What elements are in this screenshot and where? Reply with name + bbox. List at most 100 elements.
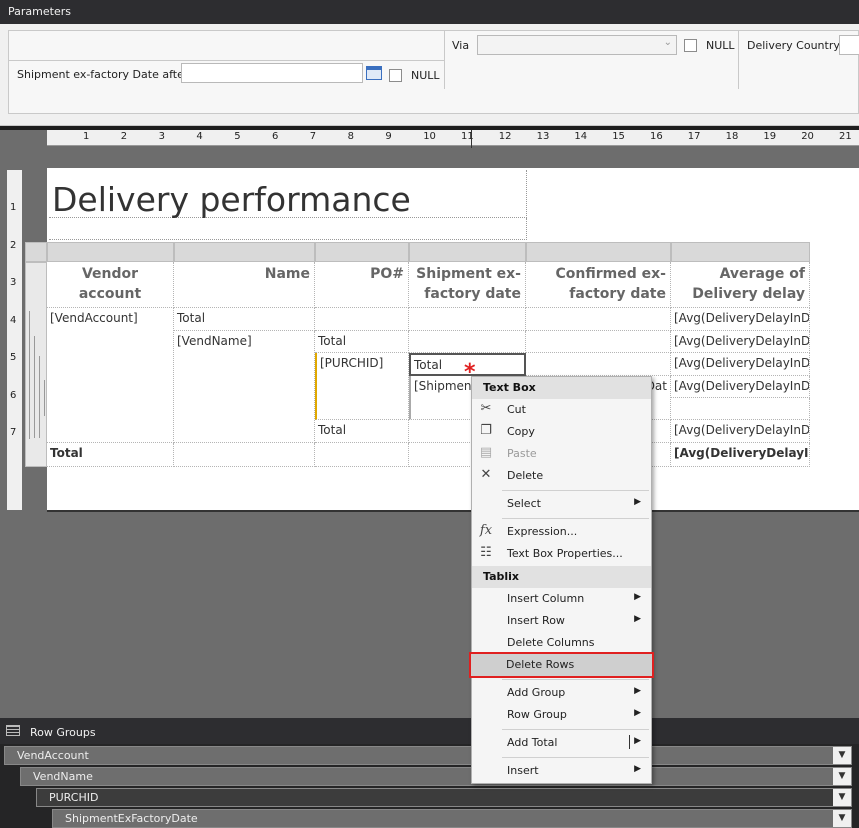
cell-empty[interactable] [409, 308, 526, 331]
dropdown-arrow-icon[interactable]: ▼ [833, 747, 851, 764]
via-dropdown[interactable]: ⌄ [477, 35, 677, 55]
param-separator [444, 31, 445, 89]
menu-cut[interactable]: ✂ Cut [472, 399, 651, 421]
menu-delete[interactable]: ✕ Delete [472, 465, 651, 487]
column-handle[interactable] [315, 242, 409, 262]
cell-purchid[interactable]: [PURCHID] [315, 353, 409, 420]
cell-total[interactable]: Total [315, 420, 409, 443]
function-fx-icon: fx [479, 523, 493, 538]
properties-icon: ☷ [480, 545, 492, 560]
delivery-country-input[interactable] [839, 35, 859, 55]
context-menu[interactable]: Text Box ✂ Cut ❐ Copy ▤ Paste ✕ Delete Selec… [471, 376, 652, 784]
menu-copy[interactable]: ❐ Copy [472, 421, 651, 443]
cell-vend-account[interactable]: [VendAccount] [47, 308, 174, 443]
column-handle[interactable] [671, 242, 810, 262]
dropdown-arrow-icon[interactable]: ▼ [833, 789, 851, 806]
group-bracket [39, 356, 40, 438]
report-subtitle-box[interactable] [49, 218, 527, 240]
row-group-item[interactable]: VendAccount ▼ [4, 746, 852, 765]
menu-insert-column[interactable]: Insert Column ▶ [472, 588, 651, 610]
shipment-date-label: Shipment ex-factory Date after [17, 68, 189, 81]
menu-textbox-properties[interactable]: ☷ Text Box Properties... [472, 543, 651, 565]
cell-total[interactable]: Total [315, 331, 409, 353]
cell-vend-name[interactable]: [VendName] [174, 331, 315, 443]
shipment-null-label: NULL [411, 69, 440, 82]
header-vendor-account[interactable]: Vendor account [47, 262, 174, 308]
menu-add-group[interactable]: Add Group ▶ [472, 682, 651, 704]
shipment-null-checkbox[interactable] [389, 69, 402, 82]
ruler-tick-label: 7 [309, 131, 317, 142]
ruler-tick-label: 16 [650, 131, 663, 142]
delete-x-icon: ✕ [480, 467, 492, 482]
column-handle[interactable] [47, 242, 174, 262]
cell-empty[interactable] [526, 331, 671, 353]
column-handle[interactable] [526, 242, 671, 262]
calendar-icon[interactable] [366, 66, 382, 80]
menu-insert[interactable]: Insert ▶ [472, 760, 651, 782]
ruler-tick-label: 2 [120, 131, 128, 142]
ruler-tick-label: 9 [385, 131, 392, 142]
tablix[interactable]: Vendor account Name PO# Shipment ex-fact… [25, 242, 810, 467]
ruler-tick-label: 6 [272, 131, 279, 142]
menu-separator [502, 757, 649, 758]
submenu-arrow-icon: ▶ [634, 708, 641, 718]
ruler-tick-label: 4 [10, 314, 17, 326]
paste-icon: ▤ [479, 445, 493, 460]
cell-empty[interactable] [174, 443, 315, 467]
cell-empty[interactable] [671, 398, 810, 420]
cell-grand-total[interactable]: Total [47, 443, 174, 467]
menu-paste[interactable]: ▤ Paste [472, 443, 651, 465]
cell-empty[interactable] [315, 443, 409, 467]
cell-avg-delay[interactable]: [Avg(DeliveryDelayInDa [671, 353, 810, 376]
ruler-tick-label: 17 [687, 131, 701, 142]
column-handle[interactable] [409, 242, 526, 262]
ruler-tick-label: 5 [234, 131, 241, 142]
header-shipment-date[interactable]: Shipment ex-factory date [409, 262, 526, 308]
column-handle[interactable] [174, 242, 315, 262]
menu-expression[interactable]: fx Expression... [472, 521, 651, 543]
cell-empty[interactable] [409, 331, 526, 353]
header-avg-delay[interactable]: Average of Delivery delay (-) [671, 262, 810, 308]
submenu-arrow-icon: ▶ [634, 592, 641, 602]
header-confirmed-date[interactable]: Confirmed ex-factory date [526, 262, 671, 308]
menu-delete-rows[interactable]: Delete Rows [471, 654, 652, 676]
header-po[interactable]: PO# [315, 262, 409, 308]
via-null-checkbox[interactable] [684, 39, 697, 52]
header-name[interactable]: Name [174, 262, 315, 308]
cell-avg-delay-total[interactable]: [Avg(DeliveryDelayIn [671, 443, 810, 467]
ruler-tick-label: 1 [10, 202, 17, 213]
menu-header-textbox: Text Box [472, 377, 651, 399]
dropdown-arrow-icon[interactable]: ▼ [833, 768, 851, 785]
ruler-tick-label: 3 [158, 131, 165, 142]
delivery-country-label: Delivery Country [747, 39, 840, 52]
tablix-corner-handle[interactable] [25, 242, 47, 262]
menu-header-tablix: Tablix [472, 566, 651, 588]
menu-insert-row[interactable]: Insert Row ▶ [472, 610, 651, 632]
menu-separator [502, 679, 649, 680]
menu-select[interactable]: Select ▶ [472, 493, 651, 515]
menu-add-total[interactable]: Add Total ▶ [472, 732, 651, 754]
menu-row-group[interactable]: Row Group ▶ [472, 704, 651, 726]
cell-empty[interactable] [526, 308, 671, 331]
cell-avg-delay[interactable]: [Avg(DeliveryDelayInDa [671, 420, 810, 443]
ruler-tick-label: 3 [10, 277, 17, 288]
row-group-item[interactable]: VendName ▼ [20, 767, 852, 786]
dropdown-arrow-icon[interactable]: ▼ [833, 810, 851, 827]
menu-delete-columns[interactable]: Delete Columns [472, 632, 651, 654]
cell-avg-delay[interactable]: [Avg(DeliveryDelayInDa [671, 376, 810, 398]
ruler-tick-label: 7 [10, 427, 17, 438]
row-groups-pane[interactable]: VendAccount ▼ VendName ▼ PURCHID ▼ Shipment… [0, 744, 859, 828]
ruler-tick-label: 13 [536, 131, 550, 142]
cell-avg-delay[interactable]: [Avg(DeliveryDelayInDa [671, 331, 810, 353]
row-group-item[interactable]: PURCHID ▼ [36, 788, 852, 807]
ruler-cursor-marker [471, 130, 472, 148]
row-group-item[interactable]: ShipmentExFactoryDate ▼ [52, 809, 852, 828]
report-title-box[interactable]: Delivery performance [49, 170, 527, 219]
parameters-panel-title: Parameters [0, 0, 859, 24]
shipment-date-input[interactable] [181, 63, 363, 83]
parameters-box: Via ⌄ NULL Delivery Country Shipment ex-… [8, 30, 859, 114]
cell-avg-delay[interactable]: [Avg(DeliveryDelayInDa [671, 308, 810, 331]
cell-empty[interactable] [315, 308, 409, 331]
cell-empty[interactable] [526, 353, 671, 376]
cell-total[interactable]: Total [174, 308, 315, 331]
